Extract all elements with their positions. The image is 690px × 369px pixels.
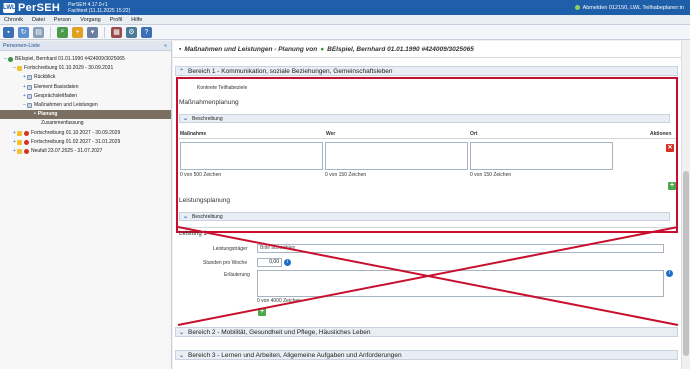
section-title: Bereich 2 - Mobilität, Gesundheit und Pf… [188,328,371,336]
tree-item-rueckblick[interactable]: + Rückblick [0,73,171,82]
collapse-sidebar-icon[interactable]: « [164,43,167,49]
help-icon[interactable]: ? [141,26,152,38]
settings-icon[interactable]: ⚙ [126,26,137,38]
scrollbar-thumb[interactable] [683,171,689,356]
tree-item-basisdaten[interactable]: + Element Basisdaten [0,83,171,92]
menu-chronik[interactable]: Chronik [4,17,23,23]
status-icon [24,139,29,145]
main-content: ▪ Maßnahmen und Leistungen - Planung von… [173,41,690,369]
status-icon [24,148,29,154]
tree-item-gespraechsleitfaden[interactable]: + Gesprächsleitfaden [0,92,171,101]
tree-item-massnahmen[interactable]: – Maßnahmen und Leistungen [0,101,171,110]
tree-item-label: Fortschreibung 01.02.2027 - 31.01.2029 [31,138,121,145]
chevron-down-icon: ⌄ [179,329,185,336]
fachtext-date: Fachtext (11.11.2025 15:22) [68,7,131,14]
tree-item-label: BEIspiel, Bernhard 01.01.1990 #424009/30… [15,56,125,62]
menu-hilfe[interactable]: Hilfe [131,17,142,23]
user-status-icon [574,5,580,10]
logout-link[interactable]: Abmelden 012150, LWL Teilhabeplaner:in [574,4,684,11]
tree-item-label: Element Basisdaten [34,83,79,90]
export-icon[interactable]: ▾ [87,26,98,38]
document-icon [27,84,32,90]
menu-person[interactable]: Person [54,17,71,23]
toolbar-separator [104,26,105,38]
app-logo: LWL PerSEH [3,2,60,14]
tree-item-label: Zusammenfassung [41,120,84,127]
person-list-sidebar: Personen-Liste « – BEIspiel, Bernhard 01… [0,41,172,369]
tree-item-label: Planung [37,111,58,118]
version-info: PerSEH 4.17.0-r1 Fachtext (11.11.2025 15… [68,2,130,14]
app-name: PerSEH [18,1,61,14]
add-person-icon[interactable]: + [72,26,83,38]
sidebar-header: Personen-Liste « [0,41,171,51]
tree-item-fortschreibung-2027b[interactable]: + Fortschreibung 01.02.2027 - 31.01.2029 [0,138,171,147]
refresh-icon[interactable]: ↻ [18,26,29,38]
folder-icon [17,148,22,154]
person-tree: – BEIspiel, Bernhard 01.01.1990 #424009/… [0,51,171,156]
tree-item-planung[interactable]: • Planung [0,110,171,120]
tree-item-label: Fortschreibung 01.10.2029 - 30.09.2031 [24,65,114,72]
bullet-icon: • [34,111,36,118]
toolbar: ▪ ↻ ▤ ⌕ + ▾ ▦ ⚙ ? [0,25,690,40]
tree-item-fortschreibung-2027[interactable]: + Fortschreibung 01.10.2027 - 30.09.2029 [0,129,171,138]
section-bereich-2-header[interactable]: ⌄ Bereich 2 - Mobilität, Gesundheit und … [175,327,678,337]
tree-item-label: Rückblick [34,74,56,81]
save-icon[interactable]: ▪ [3,26,14,38]
menu-profil[interactable]: Profil [110,17,123,23]
document-icon [27,75,32,81]
logout-user-label: Abmelden 012150, LWL Teilhabeplaner:in [582,4,684,11]
folder-icon [17,139,22,145]
status-icon [24,130,29,136]
tree-item-label: Maßnahmen und Leistungen [34,101,98,108]
folder-icon [17,130,22,136]
tree-item-zusammenfassung[interactable]: Zusammenfassung [0,119,171,128]
toolbar-separator [50,26,51,38]
document-icon [27,103,32,109]
menu-bar: Chronik Datei Person Vorgang Profil Hilf… [0,15,690,25]
tree-item-fortschreibung-2029[interactable]: – Fortschreibung 01.10.2029 - 30.09.2031 [0,64,171,73]
tree-item-label: Gesprächsleitfaden [34,92,78,99]
menu-datei[interactable]: Datei [32,17,45,23]
menu-vorgang[interactable]: Vorgang [80,17,101,23]
lwl-logo-mark: LWL [3,2,16,13]
search-person-icon[interactable]: ⌕ [57,26,68,38]
print-icon[interactable]: ▤ [33,26,44,38]
section-bereich-3-header[interactable]: ⌄ Bereich 3 - Lernen und Arbeiten, Allge… [175,350,678,360]
vertical-scrollbar[interactable] [681,41,690,369]
section-title: Bereich 3 - Lernen und Arbeiten, Allgeme… [188,351,402,359]
tree-item-neufall[interactable]: + Neufall 23.07.2025 - 31.07.2027 [0,147,171,156]
document-icon [27,93,32,99]
folder-icon [17,66,22,72]
sidebar-title: Personen-Liste [3,42,40,49]
chevron-down-icon: ⌄ [179,352,185,359]
tree-item-label: Neufall 23.07.2025 - 31.07.2027 [31,147,103,154]
annotation-red-cross [177,226,679,326]
title-bar: LWL PerSEH PerSEH 4.17.0-r1 Fachtext (11… [0,0,690,15]
person-icon [8,57,13,63]
tree-item-person[interactable]: – BEIspiel, Bernhard 01.01.1990 #424009/… [0,55,171,64]
tree-item-label: Fortschreibung 01.10.2027 - 30.09.2029 [31,129,121,136]
calculator-icon[interactable]: ▦ [111,26,122,38]
